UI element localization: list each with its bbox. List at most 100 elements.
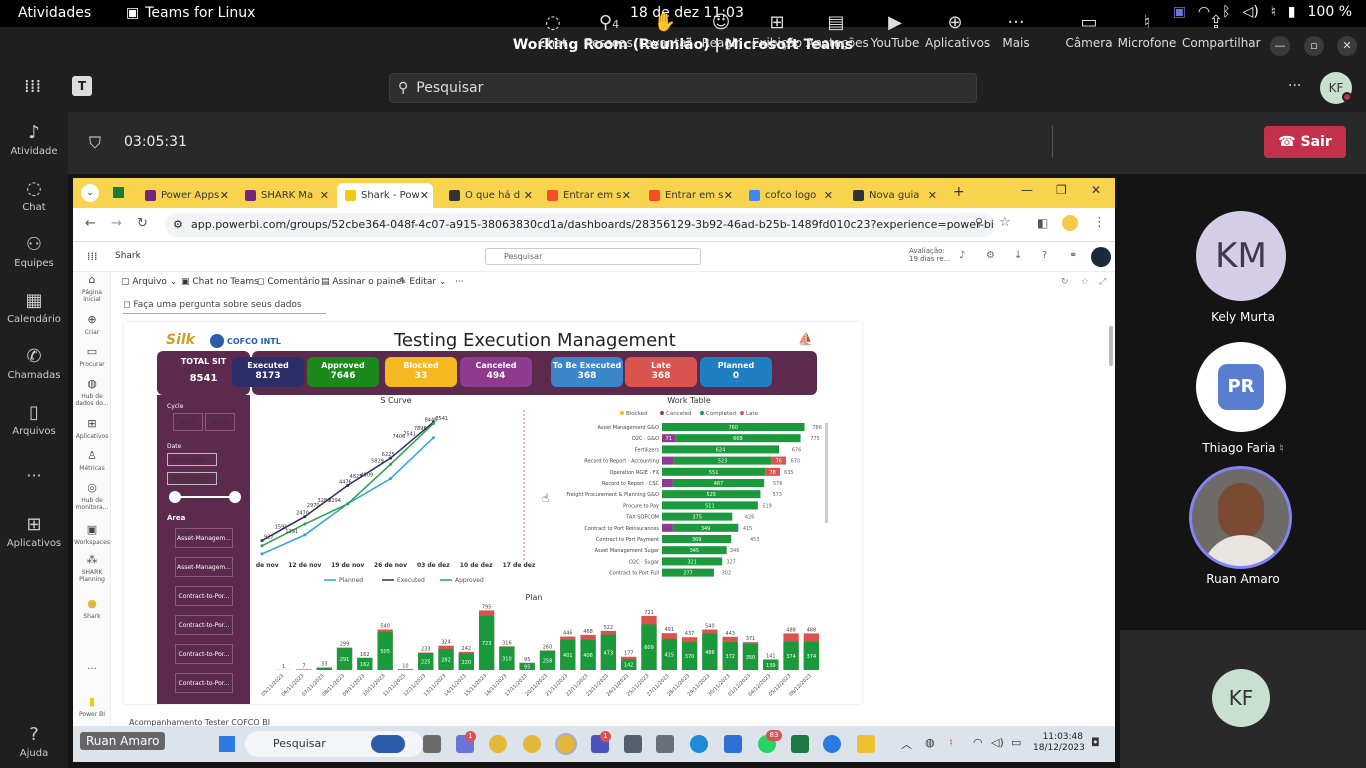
react-button[interactable]: ☺ Reagir [691, 12, 751, 50]
file-explorer-icon[interactable] [857, 735, 875, 753]
share-link-icon[interactable]: ⚭ [1069, 250, 1077, 261]
app-launcher-icon[interactable]: ⁞⁞⁞ [24, 76, 41, 97]
search-input[interactable]: ⚲ Pesquisar [389, 73, 977, 103]
nav-item[interactable]: ⊕ Criar [73, 314, 111, 336]
refresh-icon[interactable]: ↻ [1061, 277, 1069, 287]
notifications-icon[interactable]: ♪ [959, 250, 965, 261]
volume-taskbar-icon[interactable]: ◁) [991, 736, 1004, 749]
browser-close-button[interactable]: ✕ [1091, 183, 1101, 197]
chrome-active-icon[interactable] [557, 735, 575, 753]
rail-activity[interactable]: ♪ Atividade [0, 122, 68, 157]
profile-icon[interactable] [1062, 215, 1078, 231]
url-field[interactable]: ⚙ app.powerbi.com/groups/52cbe364-048f-4c… [165, 213, 995, 237]
browser-tab[interactable]: Power Apps ✕ [137, 183, 233, 208]
chrome-profile-icon[interactable] [523, 735, 541, 753]
browser-tab[interactable]: Nova guia ✕ [845, 183, 941, 208]
nav-more-icon[interactable]: ··· [73, 665, 111, 675]
tray-app-icon[interactable]: ◍ [925, 736, 935, 749]
share-button[interactable]: ⇪ Compartilhar [1182, 12, 1261, 50]
new-tab-button[interactable]: + [953, 184, 965, 200]
browser-minimize-button[interactable]: — [1021, 183, 1033, 197]
browser-tab[interactable]: Entrar em s ✕ [641, 183, 737, 208]
participant-avatar-km[interactable]: KM [1196, 211, 1286, 301]
rail-more[interactable]: ··· [0, 466, 68, 485]
microphone-button[interactable]: ♮ Microfone [1117, 12, 1177, 50]
tab-list-button[interactable]: ⌄ [81, 184, 99, 202]
nav-item[interactable]: ▭ Procurar [73, 346, 111, 368]
close-tab-icon[interactable]: ✕ [320, 189, 329, 202]
rail-chat[interactable]: ◌ Chat [0, 178, 68, 213]
leave-button[interactable]: ☎ Sair [1264, 126, 1346, 158]
reload-icon[interactable]: ↻ [137, 216, 148, 231]
calculator-icon[interactable] [656, 735, 674, 753]
windows-start-icon[interactable] [219, 736, 235, 752]
rail-apps[interactable]: ⊞ Aplicativos [0, 514, 68, 549]
fullscreen-icon[interactable]: ⤢ [1099, 277, 1106, 287]
battery-taskbar-icon[interactable]: ▭ [1011, 736, 1021, 749]
nav-item[interactable]: ▮ Power BI [73, 696, 111, 718]
comment-button[interactable]: ◻ Comentário [257, 277, 320, 287]
edit-button[interactable]: ✎ Editar ⌄ [399, 277, 446, 287]
area-filter-item[interactable]: Asset-Managem... [175, 557, 233, 577]
close-window-button[interactable]: ✕ [1337, 36, 1357, 56]
nav-item[interactable]: ♙ Métricas [73, 450, 111, 472]
browser-tab[interactable]: Entrar em s ✕ [539, 183, 635, 208]
browser-tab[interactable]: O que há d ✕ [441, 183, 537, 208]
workspace-name[interactable]: Shark [115, 251, 141, 261]
tray-chevron-icon[interactable]: ︿ [901, 736, 912, 752]
wifi-taskbar-icon[interactable]: ◠ [973, 736, 983, 749]
settings-taskbar-icon[interactable] [624, 735, 642, 753]
close-tab-icon[interactable]: ✕ [524, 189, 533, 202]
close-tab-icon[interactable]: ✕ [420, 189, 429, 202]
nav-item[interactable]: ⁂ SHARK Planning [73, 554, 111, 583]
area-filter-item[interactable]: Contract-to-Por... [175, 673, 233, 693]
more-options-button[interactable]: ··· [1288, 78, 1301, 94]
powerbi-search-input[interactable]: Pesquisar [485, 248, 701, 265]
rail-teams[interactable]: ⚇ Equipes [0, 234, 68, 269]
side-panel-icon[interactable]: ◧ [1037, 216, 1048, 230]
close-tab-icon[interactable]: ✕ [724, 189, 733, 202]
close-tab-icon[interactable]: ✕ [220, 189, 229, 202]
scrollbar-thumb[interactable] [1109, 326, 1113, 366]
nav-item[interactable]: ◎ Hub de monitora... [73, 482, 111, 511]
browser-tab[interactable]: Shark - Pow ✕ [337, 183, 433, 208]
notes-button[interactable]: ▤ Anotações [806, 12, 869, 50]
end-date-field[interactable]: 06/12/2023 [167, 472, 217, 485]
youtube-button[interactable]: ▶ YouTube [865, 12, 925, 50]
close-tab-icon[interactable]: ✕ [928, 189, 937, 202]
activities-button[interactable]: Atividades [18, 5, 91, 21]
date-slider-end-handle[interactable] [229, 491, 241, 503]
nav-item[interactable]: ▣ Workspaces [73, 524, 111, 546]
browser-maximize-button[interactable]: ❐ [1056, 183, 1067, 197]
back-icon[interactable]: ← [85, 216, 96, 231]
close-tab-icon[interactable]: ✕ [622, 189, 631, 202]
nav-item[interactable]: ⌂ Página inicial [73, 274, 111, 303]
start-date-field[interactable]: 05/11/2023 [167, 453, 217, 466]
area-filter-item[interactable]: Asset-Managem... [175, 528, 233, 548]
download-icon[interactable]: ↓ [1014, 250, 1022, 261]
notepad-icon[interactable] [724, 735, 742, 753]
subscribe-button[interactable]: ▤ Assinar o painel [321, 277, 404, 287]
nav-item[interactable]: ◍ Hub de dados do... [73, 378, 111, 407]
browser-tab[interactable]: cofco logo ✕ [741, 183, 837, 208]
browser-menu-icon[interactable]: ⋮ [1093, 215, 1106, 230]
help-icon[interactable]: ? [1042, 250, 1047, 261]
powerbi-profile-avatar[interactable] [1091, 247, 1111, 267]
area-filter-item[interactable]: Contract-to-Por... [175, 615, 233, 635]
minimize-button[interactable]: — [1270, 36, 1290, 56]
notification-center-icon[interactable]: ◘ [1091, 736, 1100, 749]
taskbar-clock[interactable]: 11:03:48 18/12/2023 [1033, 732, 1085, 754]
people-button[interactable]: ⚲4 Pessoas [579, 12, 639, 50]
dashboard-tile[interactable]: Silk COFCO INTL Testing Execution Manage… [124, 322, 862, 704]
nav-item[interactable]: ⊞ Aplicativos [73, 418, 111, 440]
apps-button[interactable]: ⊕ Aplicativos [925, 12, 990, 50]
close-tab-icon[interactable]: ✕ [824, 189, 833, 202]
maximize-button[interactable]: ▫ [1304, 36, 1324, 56]
pinned-tab-icon[interactable] [113, 187, 124, 198]
participant-video-ruan[interactable] [1189, 466, 1292, 569]
raise-hand-button[interactable]: ✋ Levantar [635, 12, 695, 50]
trial-status[interactable]: Avaliação: 19 dias re... [909, 247, 953, 263]
rail-calendar[interactable]: ▦ Calendário [0, 290, 68, 325]
app-menu[interactable]: ▣ Teams for Linux [126, 5, 255, 21]
chat-in-teams-button[interactable]: ▣ Chat no Teams [181, 277, 259, 287]
